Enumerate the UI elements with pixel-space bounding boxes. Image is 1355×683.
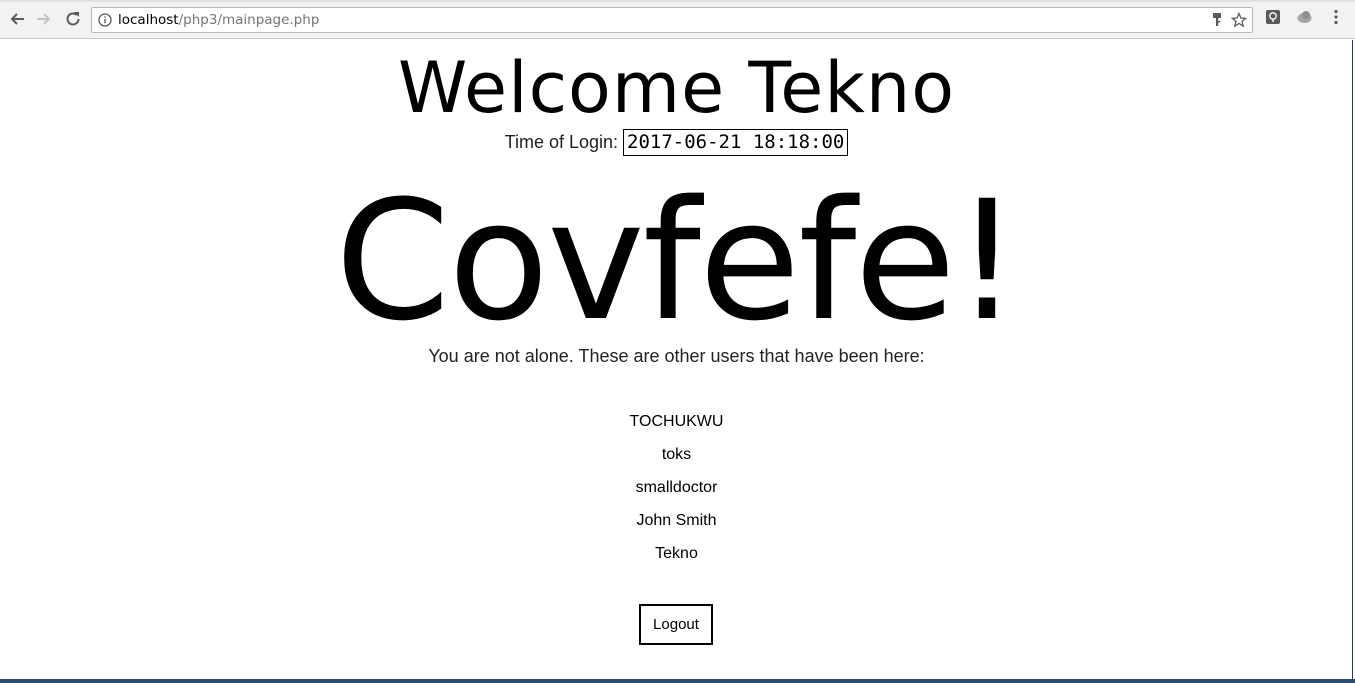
forward-button[interactable] (33, 8, 55, 30)
browser-toolbar: localhost/php3/mainpage.php (0, 0, 1355, 39)
welcome-heading: Welcome Tekno (397, 47, 956, 129)
tab-strip (0, 0, 1355, 2)
user-list: TOCHUKWU toks smalldoctor John Smith Tek… (0, 410, 1353, 575)
address-bar[interactable]: localhost/php3/mainpage.php (91, 7, 1253, 33)
logout-button[interactable]: Logout (639, 604, 713, 645)
extension-icon[interactable] (1265, 9, 1281, 25)
menu-dots-icon[interactable] (1329, 9, 1343, 25)
user-list-item: toks (661, 446, 692, 463)
extension-cloud-icon[interactable] (1296, 9, 1313, 25)
login-time-row: Time of Login: 2017-06-21 18:18:00 (0, 129, 1353, 156)
user-list-item: John Smith (636, 512, 717, 529)
info-icon[interactable] (98, 13, 112, 27)
url-text[interactable]: localhost/php3/mainpage.php (118, 12, 319, 28)
login-time-label: Time of Login: (504, 132, 619, 152)
forward-arrow-icon (37, 13, 51, 25)
user-list-item: Tekno (655, 545, 698, 562)
users-intro-text: You are not alone. These are other users… (428, 346, 925, 366)
back-arrow-icon (10, 13, 24, 25)
star-icon[interactable] (1231, 12, 1247, 28)
window-bottom-border (0, 679, 1355, 683)
back-button[interactable] (6, 8, 28, 30)
page-content: Welcome Tekno Time of Login: 2017-06-21 … (0, 40, 1353, 680)
user-list-item: TOCHUKWU (629, 413, 724, 430)
brand-title: Covfefe! (334, 165, 1020, 357)
login-time-value: 2017-06-21 18:18:00 (623, 129, 849, 156)
reload-button[interactable] (62, 8, 84, 30)
url-host: localhost (118, 12, 179, 28)
user-list-item: smalldoctor (635, 479, 718, 496)
url-path: /php3/mainpage.php (178, 12, 320, 28)
reload-icon (66, 12, 80, 26)
key-icon[interactable] (1212, 12, 1222, 28)
